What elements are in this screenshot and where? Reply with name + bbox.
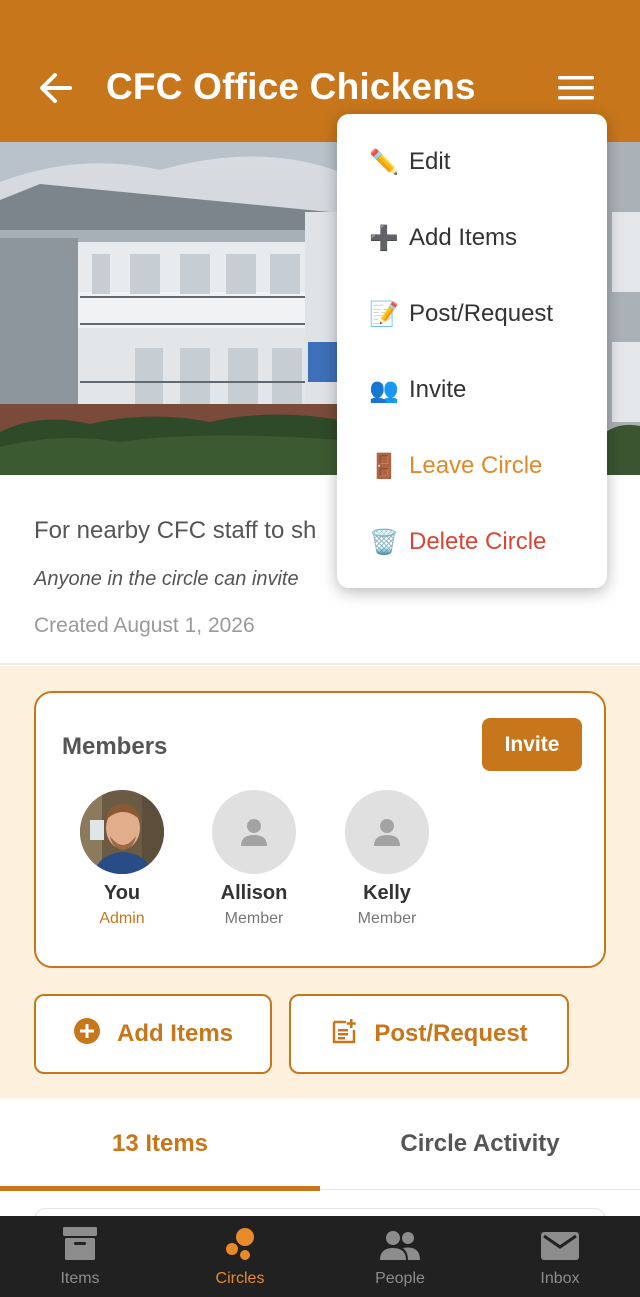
post-request-button[interactable]: Post/Request [289, 994, 569, 1074]
bottom-navigation: Items Circles People Inbox [0, 1216, 640, 1297]
plus-icon: ➕ [369, 224, 399, 252]
member-name: You [103, 882, 141, 904]
hamburger-menu-icon[interactable] [556, 72, 596, 104]
nav-label: Circles [215, 1270, 265, 1287]
door-icon: 🚪 [369, 452, 399, 480]
member-role: Member [357, 910, 417, 927]
member-name: Kelly [363, 882, 411, 904]
tab-items[interactable]: 13 Items [0, 1098, 320, 1190]
menu-item-label: Post/Request [409, 300, 554, 327]
circle-details-section: Members Invite You Admin Allison Member … [0, 666, 640, 1098]
page-title: CFC Office Chickens [106, 66, 476, 107]
tab-bar: 13 Items Circle Activity [0, 1098, 640, 1191]
avatar [80, 790, 164, 874]
member-role: Admin [99, 910, 145, 927]
menu-item-label: Delete Circle [409, 528, 547, 555]
avatar-placeholder-icon [345, 790, 429, 874]
mail-icon [480, 1216, 640, 1262]
menu-item-post-request[interactable]: 📝 Post/Request [369, 294, 553, 334]
nav-inbox[interactable]: Inbox [480, 1216, 640, 1297]
nav-label: Items [60, 1270, 100, 1287]
tab-circle-activity[interactable]: Circle Activity [320, 1098, 640, 1190]
member-you[interactable]: You Admin [62, 790, 182, 928]
active-tab-indicator [0, 1186, 320, 1191]
menu-item-label: Add Items [409, 224, 518, 251]
invite-button[interactable]: Invite [482, 718, 582, 771]
members-card: Members Invite You Admin Allison Member … [34, 691, 606, 968]
post-add-icon [330, 1017, 358, 1052]
nav-label: Inbox [540, 1270, 580, 1287]
nav-label: People [375, 1270, 425, 1287]
member-kelly[interactable]: Kelly Member [327, 790, 447, 928]
back-arrow-icon[interactable] [34, 66, 78, 110]
circle-invite-note: Anyone in the circle can invite [34, 568, 299, 590]
member-name: Allison [220, 882, 288, 904]
menu-item-add-items[interactable]: ➕ Add Items [369, 218, 517, 258]
people-icon: 👥 [369, 376, 399, 404]
member-role: Member [224, 910, 284, 927]
created-date: Created August 1, 2026 [34, 614, 255, 637]
members-title: Members [62, 733, 168, 760]
menu-item-leave-circle[interactable]: 🚪 Leave Circle [369, 446, 542, 486]
pencil-icon: ✏️ [369, 148, 399, 176]
add-circle-icon [73, 1017, 101, 1052]
overflow-menu: ✏️ Edit ➕ Add Items 📝 Post/Request 👥 Inv… [337, 114, 607, 588]
trash-icon: 🗑️ [369, 528, 399, 556]
menu-item-invite[interactable]: 👥 Invite [369, 370, 466, 410]
menu-item-delete-circle[interactable]: 🗑️ Delete Circle [369, 522, 546, 562]
archive-icon [0, 1216, 160, 1262]
menu-item-edit[interactable]: ✏️ Edit [369, 142, 450, 182]
nav-items[interactable]: Items [0, 1216, 160, 1297]
menu-item-label: Leave Circle [409, 452, 543, 479]
add-items-button[interactable]: Add Items [34, 994, 272, 1074]
menu-item-label: Edit [409, 148, 451, 175]
post-request-label: Post/Request [374, 1020, 528, 1047]
people-icon [320, 1216, 480, 1262]
nav-circles[interactable]: Circles [160, 1216, 320, 1297]
circles-icon [160, 1216, 320, 1262]
memo-icon: 📝 [369, 300, 399, 328]
nav-people[interactable]: People [320, 1216, 480, 1297]
member-allison[interactable]: Allison Member [194, 790, 314, 928]
menu-item-label: Invite [409, 376, 467, 403]
add-items-label: Add Items [116, 1020, 233, 1047]
circle-description: For nearby CFC staff to sh [34, 517, 317, 544]
avatar-placeholder-icon [212, 790, 296, 874]
